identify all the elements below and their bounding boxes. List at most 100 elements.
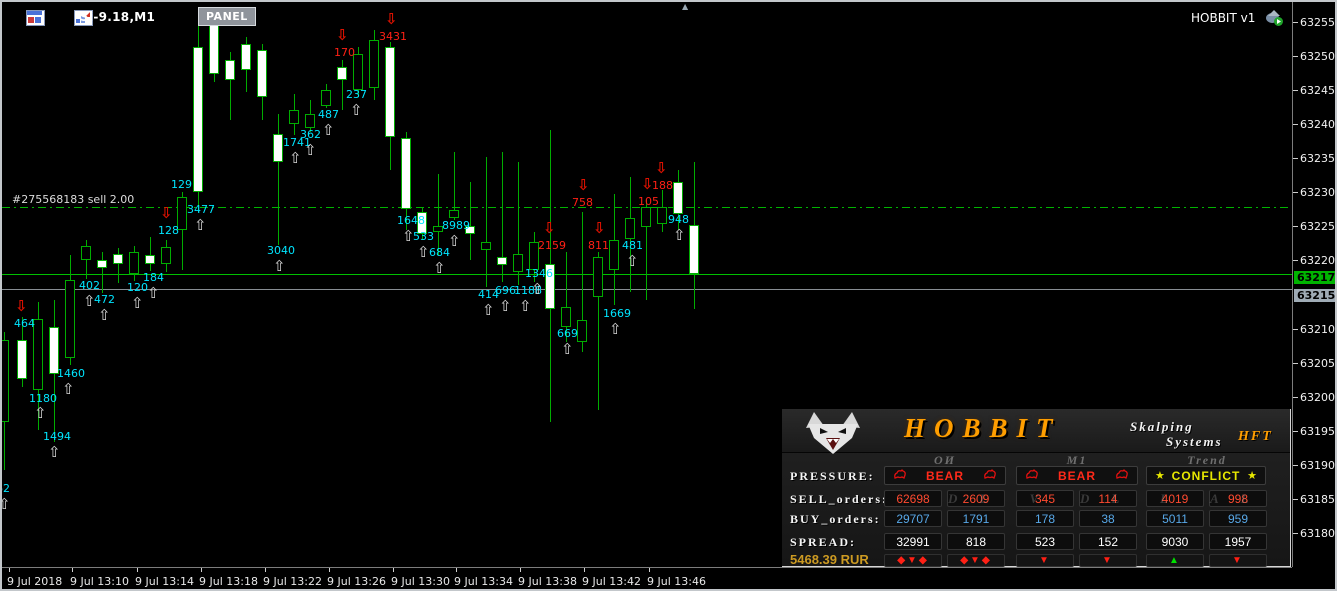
- volume-label: 1648: [397, 214, 425, 227]
- up-arrow-icon: ⇧: [194, 216, 207, 234]
- price-tick: [1293, 363, 1298, 364]
- time-tick: [649, 568, 650, 572]
- collapse-notch-icon[interactable]: ▲: [682, 2, 688, 11]
- bear-icon: [893, 467, 907, 485]
- up-arrow-icon: ⇧: [499, 297, 512, 315]
- subtitle-systems: Systems: [1166, 434, 1223, 449]
- down-arrow-icon: ⇩: [336, 26, 349, 44]
- volume-label: 237: [346, 88, 367, 101]
- volume-label: 481: [622, 239, 643, 252]
- time-label: 9 Jul 13:42: [582, 575, 641, 588]
- candle-body: [481, 242, 491, 250]
- volume-label: 129: [171, 178, 192, 191]
- sell-value-cell: 998 AL: [1209, 490, 1271, 507]
- candle-body: [65, 280, 75, 358]
- time-tick: [520, 568, 521, 572]
- volume-label: 62: [2, 482, 10, 495]
- time-label: 9 Jul 13:22: [263, 575, 322, 588]
- star-icon: ★: [1247, 470, 1257, 482]
- up-arrow-icon: ⇧: [34, 404, 47, 422]
- price-label: 63180: [1300, 527, 1335, 540]
- up-arrow-icon: ⇧: [561, 340, 574, 358]
- price-tick: [1293, 431, 1298, 432]
- signal-arrow-icon: ◆▼◆: [884, 554, 942, 567]
- candle-body: [497, 257, 507, 265]
- up-arrow-icon: ⇧: [531, 280, 544, 298]
- candle-body: [641, 207, 651, 227]
- candle-body: [657, 207, 667, 224]
- candle-wick: [150, 237, 151, 271]
- up-arrow-icon: ⇧: [626, 252, 639, 270]
- candle-body: [2, 340, 9, 422]
- up-arrow-icon: ⇧: [482, 301, 495, 319]
- price-label: 63255: [1300, 16, 1335, 29]
- candle-body: [225, 60, 235, 80]
- sell-orders-label: SELL_orders:: [790, 492, 889, 506]
- time-tick: [393, 568, 394, 572]
- bear-icon: [983, 467, 997, 485]
- candle-body: [369, 40, 379, 88]
- price-tick: [1293, 56, 1298, 57]
- time-label: 9 Jul 13:10: [70, 575, 129, 588]
- watermark-text: DL: [1080, 491, 1142, 506]
- down-arrow-icon: ⇩: [655, 159, 668, 177]
- price-label: 63220: [1300, 254, 1335, 267]
- up-arrow-icon: ⇧: [322, 121, 335, 139]
- pressure-state-text: BEAR: [1057, 468, 1096, 483]
- group-header-Trend: Trend: [1187, 453, 1227, 467]
- price-tick: [1293, 499, 1298, 500]
- bid-price-badge: 63215: [1294, 289, 1335, 302]
- candle-body: [449, 210, 459, 218]
- down-arrow-icon: ⇩: [593, 219, 606, 237]
- volume-label: 948: [668, 213, 689, 226]
- volume-label: 170: [334, 46, 355, 59]
- subtitle-hft: HFT: [1238, 429, 1273, 444]
- volume-label: 472: [94, 293, 115, 306]
- signal-arrow-icon: ▼: [1079, 554, 1137, 567]
- up-arrow-icon: ⇧: [673, 226, 686, 244]
- candle-body: [193, 47, 203, 192]
- panel-button[interactable]: PANEL: [198, 7, 256, 26]
- candle-body: [305, 114, 315, 128]
- time-axis[interactable]: 9 Jul 2018 9 Jul 13:10 9 Jul 13:14 9 Jul 13…: [2, 567, 1292, 589]
- volume-label: 1494: [43, 430, 71, 443]
- time-tick: [329, 568, 330, 572]
- price-tick: [1293, 158, 1298, 159]
- sell-value-cell: 4019 L: [1146, 490, 1204, 507]
- volume-label: 128: [158, 224, 179, 237]
- pressure-button-bear[interactable]: BEAR: [884, 466, 1006, 485]
- time-tick: [201, 568, 202, 572]
- candle-body: [321, 90, 331, 106]
- candle-body: [561, 307, 571, 327]
- price-label: 63205: [1300, 357, 1335, 370]
- bear-icon: [1025, 467, 1039, 485]
- price-tick: [1293, 465, 1298, 466]
- volume-label: 1346: [525, 267, 553, 280]
- pressure-button-conflict[interactable]: ★ CONFLICT ★: [1146, 466, 1266, 485]
- depth-of-market-icon[interactable]: [26, 10, 45, 26]
- price-tick: [1293, 192, 1298, 193]
- candle-body: [401, 138, 411, 209]
- pressure-button-bear[interactable]: BEAR: [1016, 466, 1138, 485]
- candle-body: [689, 225, 699, 274]
- volume-label: 3040: [267, 244, 295, 257]
- volume-label: 684: [429, 246, 450, 259]
- buy-value-cell: 178: [1016, 510, 1074, 527]
- volume-label: 3431: [379, 30, 407, 43]
- price-label: 63200: [1300, 391, 1335, 404]
- bear-icon: [1115, 467, 1129, 485]
- candle-wick: [486, 157, 487, 287]
- up-arrow-icon: ⇧: [48, 443, 61, 461]
- time-tick: [9, 568, 10, 572]
- volume-label: 1460: [57, 367, 85, 380]
- buy-value-cell: 38: [1079, 510, 1137, 527]
- time-label: 9 Jul 13:30: [391, 575, 450, 588]
- signal-arrow-icon: ◆▼◆: [947, 554, 1005, 567]
- price-axis[interactable]: 63255 63250 63245 63240 63235 63230 63225 63220…: [1292, 2, 1335, 567]
- price-label: 63235: [1300, 152, 1335, 165]
- volume-label: 533: [413, 230, 434, 243]
- pressure-state-text: CONFLICT: [1171, 468, 1241, 483]
- candle-body: [145, 255, 155, 264]
- terminal-window: #275568183 sell 2.00 464⇩1180⇧1494⇧62⇧14…: [0, 0, 1337, 591]
- volume-label: 1180: [29, 392, 57, 405]
